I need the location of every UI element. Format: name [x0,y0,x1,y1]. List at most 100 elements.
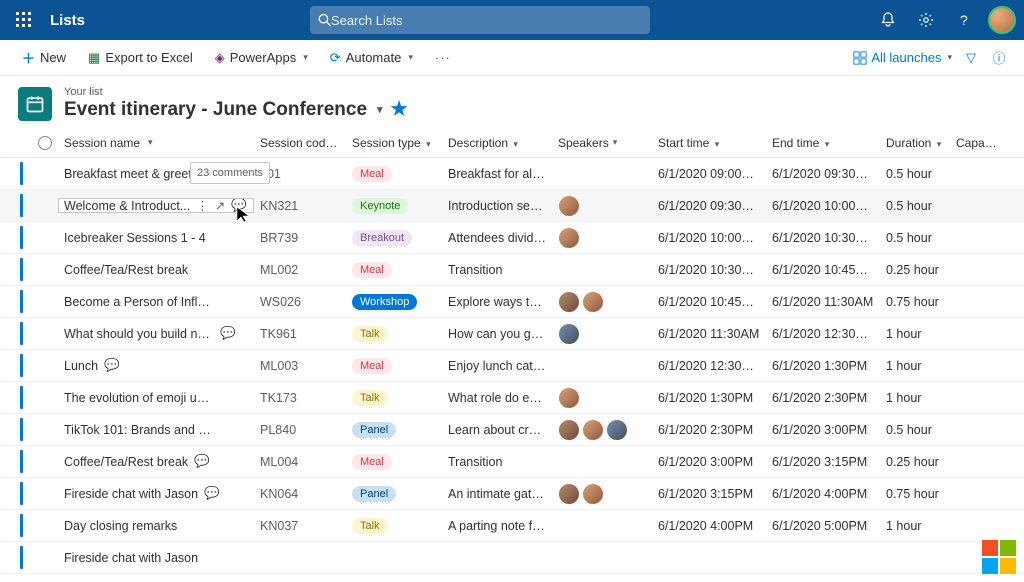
end-time: 6/1/2020 10:45AM [766,263,880,277]
speaker-avatar[interactable] [558,483,580,505]
help-icon[interactable]: ? [950,6,978,34]
session-type-pill: Talk [352,518,388,534]
session-description: A parting note from t... [442,519,552,533]
export-excel-button[interactable]: ▦Export to Excel [82,46,199,70]
row-share-icon[interactable]: ↗ [215,198,225,213]
table-row[interactable]: Breakfast meet & greet 001 Meal Breakfas… [0,158,1024,190]
speaker-avatar[interactable] [558,419,580,441]
end-time: 6/1/2020 11:30AM [766,295,880,309]
session-name: Coffee/Tea/Rest break [64,263,188,277]
duration: 1 hour [880,327,950,341]
comment-icon[interactable]: 💬 [104,358,120,373]
table-row[interactable]: Fireside chat with Jason💬 KN064 Panel An… [0,478,1024,510]
end-time: 6/1/2020 3:00PM [766,423,880,437]
row-accent-bar [20,322,23,345]
start-time: 6/1/2020 2:30PM [652,423,766,437]
session-name: What should you build next? [64,327,214,341]
table-row[interactable]: Welcome & Introduct... ⋮ ↗ 💬 KN321 Keyno… [0,190,1024,222]
speaker-avatar[interactable] [558,291,580,313]
new-button[interactable]: ＋New [16,44,72,71]
column-header-speakers[interactable]: Speakers ▾ [552,136,652,150]
table-row[interactable]: The evolution of emoji usag... TK173 Tal… [0,382,1024,414]
duration: 0.5 hour [880,167,950,181]
end-time: 6/1/2020 09:30AM [766,167,880,181]
column-header-duration[interactable]: Duration ▾ [880,136,950,150]
app-launcher-icon[interactable] [8,4,40,36]
comment-count: 23 comments [197,167,263,179]
session-type-pill: Workshop [352,294,417,310]
speaker-avatar[interactable] [558,227,580,249]
favorite-star-icon[interactable]: ★ [391,98,408,121]
start-time: 6/1/2020 11:30AM [652,327,766,341]
title-dropdown-icon[interactable]: ▾ [377,103,383,116]
settings-icon[interactable] [912,6,940,34]
table-row[interactable]: Lunch💬 ML003 Meal Enjoy lunch catered b.… [0,350,1024,382]
select-all-radio[interactable] [38,136,52,150]
column-header-desc[interactable]: Description ▾ [442,136,552,150]
row-accent-bar [20,418,23,441]
comment-icon[interactable]: 💬 [220,326,236,341]
session-code: TK961 [254,327,346,341]
session-code: KN037 [254,519,346,533]
table-row[interactable]: Coffee/Tea/Rest break💬 ML004 Meal Transi… [0,446,1024,478]
session-name: Fireside chat with Jason [64,487,198,501]
start-time: 6/1/2020 10:00AM [652,231,766,245]
speaker-avatar[interactable] [558,323,580,345]
table-row[interactable]: What should you build next?💬 TK961 Talk … [0,318,1024,350]
notifications-icon[interactable] [874,6,902,34]
row-more-icon[interactable]: ⋮ [196,198,209,213]
column-header-start[interactable]: Start time ▾ [652,136,766,150]
more-commands-button[interactable]: ··· [429,46,457,69]
speaker-avatar[interactable] [582,483,604,505]
speaker-avatar[interactable] [606,419,628,441]
session-name: Become a Person of Influence [64,295,214,309]
session-description: Attendees divide into... [442,231,552,245]
search-input[interactable] [331,13,642,28]
session-description: Enjoy lunch catered b... [442,359,552,373]
table-row[interactable]: Fireside chat with Jason [0,542,1024,574]
column-header-row: Session name ▾ Session code ▾ Session ty… [0,128,1024,158]
table-row[interactable]: TikTok 101: Brands and Influe... PL840 P… [0,414,1024,446]
list-title[interactable]: Event itinerary - June Conference [64,99,367,121]
automate-button[interactable]: ⟳Automate▾ [324,46,419,70]
column-header-end[interactable]: End time ▾ [766,136,880,150]
session-type-pill: Meal [352,262,392,278]
column-header-capacity[interactable]: Capacity [950,136,1008,150]
column-header-code[interactable]: Session code ▾ [254,136,346,150]
table-row[interactable]: Icebreaker Sessions 1 - 4 BR739 Breakout… [0,222,1024,254]
session-code: ML002 [254,263,346,277]
table-row[interactable]: Day closing remarks KN037 Talk A parting… [0,510,1024,542]
comment-icon[interactable]: 💬 [204,486,220,501]
session-name: The evolution of emoji usag... [64,391,214,405]
session-type-pill: Panel [352,486,396,502]
profile-avatar[interactable] [988,6,1016,34]
search-box[interactable] [310,6,650,34]
column-header-name[interactable]: Session name ▾ [58,136,254,150]
duration: 0.25 hour [880,263,950,277]
row-accent-bar [20,194,23,217]
speaker-avatar[interactable] [558,387,580,409]
speaker-avatar[interactable] [582,291,604,313]
comment-icon[interactable]: 💬 [194,454,210,469]
info-icon[interactable]: ⓘ [990,48,1008,67]
session-name: Fireside chat with Jason [64,551,198,565]
row-accent-bar [20,226,23,249]
filter-icon[interactable]: ▽ [962,50,980,66]
speaker-avatar[interactable] [582,419,604,441]
powerapps-button[interactable]: ◈PowerApps▾ [209,46,314,70]
row-accent-bar [20,354,23,377]
session-code: PL840 [254,423,346,437]
list-subtitle: Your list [64,86,408,98]
table-row[interactable]: Coffee/Tea/Rest break ML002 Meal Transit… [0,254,1024,286]
start-time: 6/1/2020 12:30PM [652,359,766,373]
speaker-avatar[interactable] [558,195,580,217]
view-selector[interactable]: All launches▾ [853,50,952,65]
table-row[interactable]: Become a Person of Influence WS026 Works… [0,286,1024,318]
column-header-type[interactable]: Session type ▾ [346,136,442,150]
session-name: Breakfast meet & greet [64,167,192,181]
session-code: WS026 [254,295,346,309]
session-name: Icebreaker Sessions 1 - 4 [64,231,206,245]
session-description: Learn about creating ... [442,423,552,437]
session-description: Explore ways to influe... [442,295,552,309]
end-time: 6/1/2020 2:30PM [766,391,880,405]
